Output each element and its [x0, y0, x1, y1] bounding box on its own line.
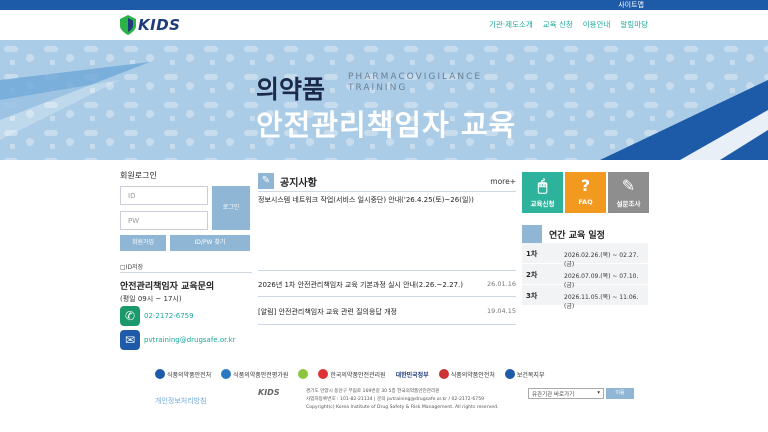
header: KIDS 기관·제도소개 교육 신청 이용안내 알림마당 — [0, 10, 768, 40]
notice-divider — [258, 270, 516, 271]
partner-logo[interactable]: 식품의약품안전평가원 — [221, 366, 288, 382]
notice-item[interactable]: [알림] 안전관리책임자 교육 관련 질의응답 개정 19.04.15 — [258, 307, 516, 317]
footer-bizno: 사업자등록번호 : 101-82-21134 | 문의 pvtraining@d… — [306, 397, 485, 402]
footer-copyright: Copyright(c) Korea Institute of Drug Saf… — [306, 405, 499, 410]
footer-info: 경기도 안양시 동안구 부림로 169번길 30 5층 한국의약품안전관리원 사… — [306, 388, 506, 412]
panel-divider — [120, 272, 252, 273]
partner-logo[interactable]: 한국의약품안전관리원 — [318, 366, 386, 382]
email-contact: ✉ pvtraining@drugsafe.or.kr — [120, 330, 236, 350]
partner-logo[interactable]: 식품의약품안전처 — [438, 366, 495, 382]
schedule-accent-bar — [522, 225, 542, 243]
agency-emblem-icon — [221, 369, 232, 379]
partner-logo[interactable]: 식품의약품안전처 — [155, 366, 211, 382]
notice-item[interactable]: 정보시스템 네트워크 작업(서비스 일시중단) 안내('26.4.25(토)~2… — [258, 195, 516, 205]
megaphone-icon: ✎ — [258, 173, 274, 189]
schedule-row: 3차 2026.11.05.(목) ~ 11.06.(금) — [522, 285, 648, 310]
schedule-dates: 2026.11.05.(목) ~ 11.06.(금) — [564, 294, 639, 310]
inquiry-hours: (평일 09시 ~ 17시) — [120, 295, 182, 303]
schedule-row: 2차 2026.07.09.(목) ~ 07.10.(금) — [522, 264, 648, 289]
quick-link-faq[interactable]: ? FAQ — [565, 172, 606, 213]
hero-eng-line2: TRAINING — [348, 83, 408, 93]
quick-link-label: FAQ — [578, 198, 593, 206]
schedule-title: 연간 교육 일정 — [549, 231, 605, 241]
notice-item-date: 26.01.16 — [487, 280, 516, 288]
hero-eng-line1: PHARMACOVIGILANCE — [348, 72, 483, 82]
password-input[interactable]: PW — [120, 211, 208, 230]
notice-more-link[interactable]: more+ — [490, 177, 516, 186]
schedule-round: 1차 — [526, 250, 538, 258]
hero-title-line2: 안전관리책임자 교육 — [256, 108, 517, 142]
login-panel: 회원로그인 ID PW 로그인 회원가입 ID/PW 찾기 □ID저장 안전관리… — [120, 170, 252, 350]
nav-item-apply[interactable]: 교육 신청 — [543, 19, 573, 30]
notice-title: 공지사항 — [280, 178, 317, 189]
go-button[interactable]: 이동 — [606, 388, 634, 399]
leaf-logo-icon — [298, 369, 309, 379]
privacy-policy-link[interactable]: 개인정보처리방침 — [155, 396, 207, 406]
join-button[interactable]: 회원가입 — [120, 235, 166, 251]
related-sites-selected: 유관기관 바로가기 — [532, 392, 575, 398]
hero-title-line1: 의약품 — [256, 75, 326, 104]
phone-contact: ✆ 02-2172-6759 — [120, 306, 194, 326]
find-idpw-button[interactable]: ID/PW 찾기 — [170, 235, 250, 251]
chevron-down-icon: ▾ — [597, 390, 600, 396]
schedule-row: 1차 2026.02.26.(목) ~ 02.27.(금) — [522, 243, 648, 268]
partner-logo[interactable]: 대한민국정부 — [396, 366, 429, 382]
notice-item[interactable]: 2026년 1차 안전관리책임자 교육 기본과정 실시 안내(2.26.~2.2… — [258, 280, 516, 290]
schedule-round: 3차 — [526, 292, 538, 300]
logo-text: KIDS — [138, 16, 181, 34]
gov-emblem-icon — [155, 369, 165, 379]
mohw-emblem-icon — [504, 369, 515, 379]
schedule-header: 연간 교육 일정 — [522, 225, 648, 243]
nav-item-guide[interactable]: 이용안내 — [583, 19, 611, 30]
mfds-emblem-icon — [438, 369, 449, 379]
schedule-table: 1차 2026.02.26.(목) ~ 02.27.(금) 2차 2026.07… — [522, 243, 648, 310]
notice-item-title[interactable]: 2026년 1차 안전관리책임자 교육 기본과정 실시 안내(2.26.~2.2… — [258, 281, 463, 289]
id-save-checkbox[interactable]: □ID저장 — [120, 262, 143, 271]
quick-link-label: 교육신청 — [530, 200, 555, 208]
footer-logo: KIDS — [258, 388, 280, 397]
partner-logos: 식품의약품안전처 식품의약품안전평가원 한국의약품안전관리원 대한민국정부 식품… — [155, 364, 615, 384]
quick-link-survey[interactable]: ✎ 설문조사 — [608, 172, 649, 213]
question-icon: ? — [580, 176, 591, 195]
notice-divider — [258, 296, 516, 297]
notice-item-date: 19.04.15 — [487, 307, 516, 315]
hero-banner: 의약품 PHARMACOVIGILANCE TRAINING 안전관리책임자 교… — [0, 40, 768, 160]
email-address[interactable]: pvtraining@drugsafe.or.kr — [144, 336, 236, 344]
schedule-round: 2차 — [526, 271, 538, 279]
sitemap-link[interactable]: 사이트맵 — [618, 0, 644, 10]
notice-item-title[interactable]: 정보시스템 네트워크 작업(서비스 일시중단) 안내('26.4.25(토)~2… — [258, 196, 474, 204]
notice-item-title[interactable]: [알림] 안전관리책임자 교육 관련 질의응답 개정 — [258, 308, 397, 316]
nav-item-about[interactable]: 기관·제도소개 — [489, 19, 533, 30]
mail-icon: ✉ — [120, 330, 140, 350]
partner-logo[interactable] — [298, 366, 309, 382]
site-logo[interactable]: KIDS — [120, 14, 180, 36]
id-input[interactable]: ID — [120, 186, 208, 205]
phone-number: 02-2172-6759 — [144, 312, 194, 320]
kids-shield-icon — [120, 15, 136, 35]
login-title: 회원로그인 — [120, 171, 157, 180]
partner-logo[interactable]: 보건복지부 — [504, 366, 544, 382]
related-sites-select[interactable]: 유관기관 바로가기 ▾ — [528, 388, 604, 399]
nav-item-notice[interactable]: 알림마당 — [620, 19, 648, 30]
quick-link-label: 설문조사 — [616, 200, 641, 208]
login-button[interactable]: 로그인 — [212, 186, 250, 230]
notice-divider — [258, 324, 516, 325]
quick-link-apply[interactable]: 🖱 교육신청 — [522, 172, 563, 213]
mouse-icon: 🖱 — [537, 176, 548, 195]
main-nav: 기관·제도소개 교육 신청 이용안내 알림마당 — [489, 19, 648, 30]
phone-icon: ✆ — [120, 306, 140, 326]
pen-icon: ✎ — [621, 176, 636, 195]
hero-english-title: PHARMACOVIGILANCE TRAINING — [348, 72, 482, 94]
footer-address: 경기도 안양시 동안구 부림로 169번길 30 5층 한국의약품안전관리원 — [306, 389, 440, 394]
notice-header: ✎ 공지사항 more+ — [258, 172, 516, 192]
top-utility-bar: 사이트맵 — [0, 0, 768, 10]
kids-emblem-icon — [318, 369, 329, 379]
inquiry-title: 안전관리책임자 교육문의 — [120, 282, 215, 292]
